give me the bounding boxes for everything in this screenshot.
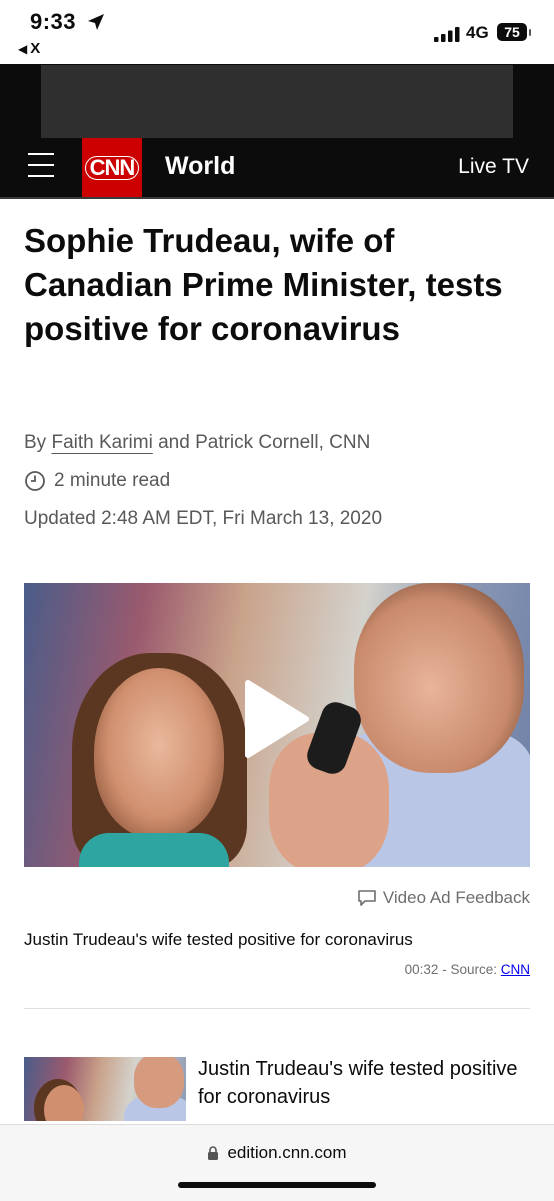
ad-banner — [0, 64, 554, 138]
updated-timestamp: Updated 2:48 AM EDT, Fri March 13, 2020 — [24, 508, 383, 529]
source-prefix: - Source: — [442, 962, 497, 977]
network-type: 4G — [466, 23, 489, 42]
video-player[interactable] — [24, 583, 530, 867]
related-video-title[interactable]: Justin Trudeau's wife tested positive fo… — [198, 1055, 518, 1111]
back-app-label: X — [30, 40, 41, 57]
video-ad-feedback-link[interactable]: Video Ad Feedback — [357, 888, 530, 908]
video-source: 00:32 - Source: CNN — [405, 962, 530, 977]
video-duration: 00:32 — [404, 962, 439, 977]
status-bar: 9:33 ◀ X 4G 75 — [0, 0, 554, 64]
clock-icon — [25, 471, 45, 491]
ad-slot[interactable] — [41, 65, 513, 138]
menu-hamburger-icon[interactable] — [28, 153, 54, 179]
feedback-icon — [358, 890, 376, 906]
article-headline: Sophie Trudeau, wife of Canadian Prime M… — [24, 222, 503, 347]
source-link[interactable]: CNN — [501, 962, 530, 977]
site-navbar: CNN World Live TV — [0, 138, 554, 199]
divider — [24, 1008, 530, 1009]
home-indicator[interactable] — [178, 1182, 376, 1188]
read-time: 2 minute read — [24, 470, 170, 492]
browser-address-bar[interactable]: edition.cnn.com — [0, 1124, 554, 1201]
section-title[interactable]: World — [165, 152, 235, 181]
cnn-logo-text: CNN — [84, 156, 140, 180]
battery-icon: 75 — [497, 23, 531, 41]
read-time-label: 2 minute read — [54, 470, 171, 491]
related-video-thumbnail[interactable] — [24, 1057, 186, 1121]
video-ad-feedback-label: Video Ad Feedback — [382, 888, 530, 907]
cellular-signal-icon — [434, 27, 460, 42]
byline: By Faith Karimi and Patrick Cornell, CNN — [24, 432, 370, 454]
cnn-logo[interactable]: CNN — [82, 138, 142, 197]
author-link[interactable]: Faith Karimi — [51, 432, 152, 453]
live-tv-link[interactable]: Live TV — [458, 155, 529, 179]
location-arrow-icon — [88, 14, 104, 30]
back-to-app-button[interactable]: ◀ X — [18, 40, 40, 57]
url-display[interactable]: edition.cnn.com — [0, 1143, 554, 1163]
lock-icon — [208, 1145, 219, 1160]
byline-rest: and Patrick Cornell, CNN — [158, 432, 371, 453]
status-time: 9:33 — [30, 9, 77, 34]
play-icon[interactable] — [244, 679, 310, 759]
url-text: edition.cnn.com — [227, 1143, 347, 1162]
video-caption: Justin Trudeau's wife tested positive fo… — [24, 930, 413, 949]
byline-prefix: By — [24, 432, 47, 453]
back-triangle-icon: ◀ — [18, 42, 28, 56]
